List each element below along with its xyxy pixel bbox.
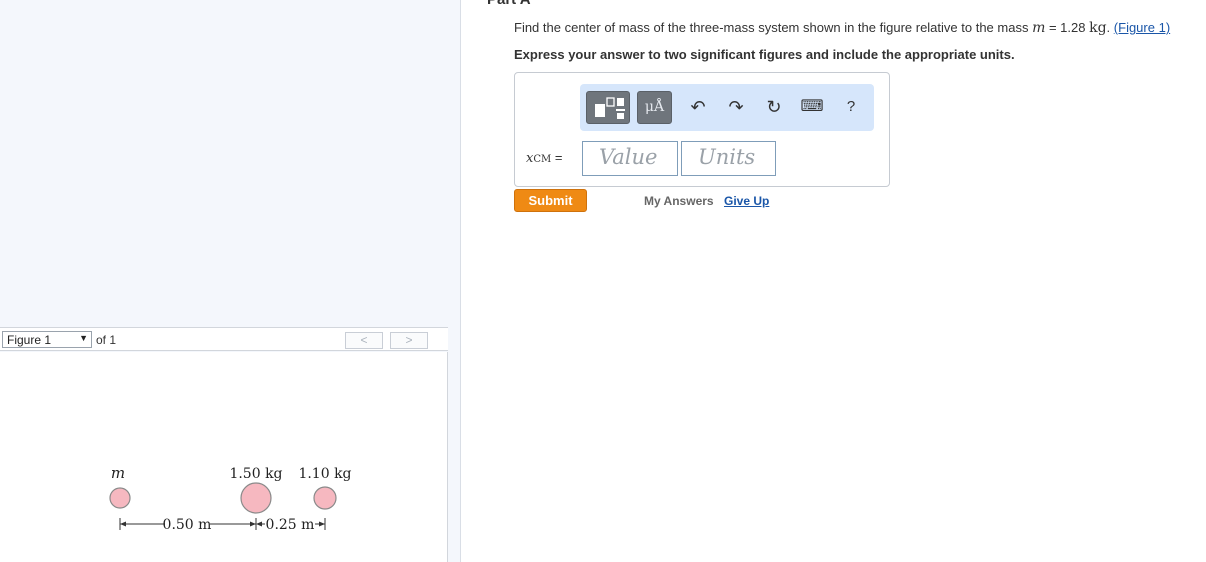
distance-label-0-50m: 0.50 m	[163, 517, 212, 533]
sphere-1-50kg	[240, 482, 272, 514]
redo-icon[interactable]: ↷	[725, 96, 747, 118]
figure-select-label: Figure 1	[7, 333, 52, 347]
math-toolbar: μÅ ↶ ↷ ↻ ⌨ ?	[580, 84, 874, 131]
next-figure-button[interactable]: >	[390, 332, 428, 349]
figure-count: of 1	[96, 333, 117, 347]
mass-symbol: m	[1032, 20, 1046, 36]
help-button[interactable]: ?	[840, 96, 862, 118]
figure-select[interactable]: Figure 1 ▼	[2, 331, 92, 348]
value-input[interactable]: Value	[582, 141, 678, 176]
undo-icon[interactable]: ↶	[687, 96, 709, 118]
mass-unit: kg	[1089, 20, 1107, 36]
xcm-equals: =	[551, 150, 563, 165]
prev-figure-button[interactable]: <	[345, 332, 383, 349]
mass-label-1-10kg: 1.10 kg	[298, 466, 351, 482]
figure-link[interactable]: (Figure 1)	[1114, 20, 1170, 35]
xcm-subscript: CM	[533, 154, 552, 165]
keyboard-icon[interactable]: ⌨	[800, 96, 824, 118]
sphere-1-10kg	[313, 486, 337, 510]
instruction-text: Express your answer to two significant f…	[514, 47, 1015, 62]
question-prefix: Find the center of mass of the three-mas…	[514, 20, 1029, 35]
dropdown-arrow-icon: ▼	[79, 333, 88, 343]
mass-label-m: m	[111, 464, 125, 482]
page: Figure 1 ▼ of 1 < > m 1.50 kg 1.10 kg 0.…	[0, 0, 1206, 562]
arrowhead-left	[120, 521, 126, 527]
xcm-label: xCM =	[526, 150, 562, 166]
arrowhead-left-2	[256, 521, 262, 527]
figure-nav-bar: Figure 1 ▼ of 1 < >	[0, 327, 448, 351]
figure-panel: Figure 1 ▼ of 1 < > m 1.50 kg 1.10 kg 0.…	[0, 0, 461, 562]
mass-label-1-50kg: 1.50 kg	[229, 466, 282, 482]
give-up-link[interactable]: Give Up	[724, 194, 769, 208]
question-text: Find the center of mass of the three-mas…	[514, 20, 1170, 36]
units-input[interactable]: Units	[681, 141, 776, 176]
templates-button[interactable]	[586, 91, 630, 124]
my-answers-link[interactable]: My Answers	[644, 194, 714, 208]
submit-button[interactable]: Submit	[514, 189, 587, 212]
arrowhead-right	[250, 521, 256, 527]
units-button[interactable]: μÅ	[637, 91, 672, 124]
answer-box: μÅ ↶ ↷ ↻ ⌨ ? xCM = Value Units	[514, 72, 890, 187]
three-mass-figure: m 1.50 kg 1.10 kg 0.50 m 0.25 m	[109, 464, 352, 533]
reset-icon[interactable]: ↻	[763, 96, 785, 118]
question-period: .	[1106, 20, 1111, 35]
templates-icon	[595, 97, 625, 119]
distance-label-0-25m: 0.25 m	[266, 517, 315, 533]
part-title: Part A	[487, 0, 531, 8]
sphere-m	[109, 487, 131, 509]
arrowhead-right-2	[319, 521, 325, 527]
mass-value: = 1.28	[1045, 20, 1090, 35]
figure-canvas: m 1.50 kg 1.10 kg 0.50 m 0.25 m	[0, 352, 448, 562]
